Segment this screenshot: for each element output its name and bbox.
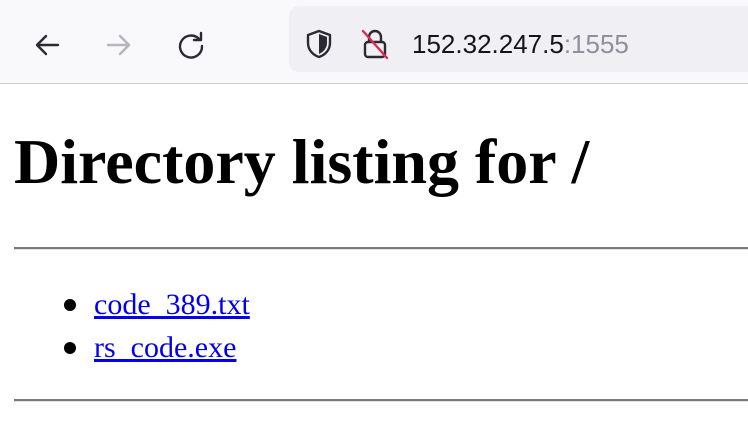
file-link[interactable]: code_389.txt xyxy=(94,288,250,321)
shield-icon xyxy=(306,29,332,59)
url-port: :1555 xyxy=(563,29,629,59)
arrow-left-icon xyxy=(35,34,60,56)
lock-insecure-icon xyxy=(361,29,389,60)
connection-security-button[interactable] xyxy=(356,25,394,63)
url-host: 152.32.247.5 xyxy=(412,29,564,59)
page-title: Directory listing for / xyxy=(14,126,590,197)
forward-button[interactable] xyxy=(98,24,140,66)
back-button[interactable] xyxy=(26,24,68,66)
divider xyxy=(14,399,748,402)
reload-button[interactable] xyxy=(170,24,212,66)
list-item: rs_code.exe xyxy=(64,326,250,369)
divider xyxy=(14,247,748,250)
tracking-protection-button[interactable] xyxy=(302,27,336,61)
page-content: Directory listing for / code_389.txt rs_… xyxy=(0,85,748,446)
list-item: code_389.txt xyxy=(64,283,250,326)
file-list: code_389.txt rs_code.exe xyxy=(64,283,250,369)
file-link[interactable]: rs_code.exe xyxy=(94,331,236,364)
browser-toolbar: 152.32.247.5:1555 xyxy=(0,0,748,84)
url-text[interactable]: 152.32.247.5:1555 xyxy=(412,25,629,63)
reload-icon xyxy=(178,31,204,59)
arrow-right-icon xyxy=(106,34,131,56)
